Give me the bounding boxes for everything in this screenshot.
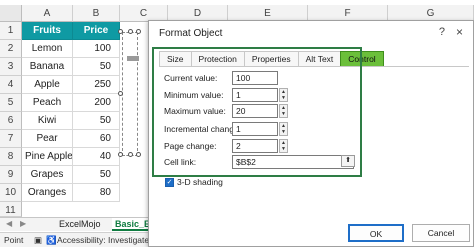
cell-fruit[interactable]: Peach bbox=[22, 94, 73, 112]
cell-price[interactable]: 60 bbox=[73, 130, 120, 148]
arrow-down-icon[interactable]: ▼ bbox=[280, 146, 287, 152]
row-header-8[interactable]: 8 bbox=[0, 148, 22, 166]
page-change-field[interactable]: 2 bbox=[232, 139, 278, 153]
cell-link-field[interactable]: $B$2 bbox=[232, 155, 354, 169]
page-change-stepper[interactable]: ▲ ▼ bbox=[279, 139, 288, 153]
tab-scroll-left-icon[interactable]: ◀ bbox=[6, 219, 12, 228]
cell-fruit[interactable]: Oranges bbox=[22, 184, 73, 202]
cell-fruit[interactable]: Pine Apple bbox=[22, 148, 73, 166]
current-value-label: Current value: bbox=[164, 73, 218, 83]
arrow-down-icon[interactable]: ▼ bbox=[280, 129, 287, 135]
cell-price[interactable]: 200 bbox=[73, 94, 120, 112]
ok-button[interactable]: OK bbox=[348, 224, 404, 242]
sheet-tab-excelmojo[interactable]: ExcelMojo bbox=[56, 218, 104, 231]
arrow-down-icon[interactable]: ▼ bbox=[280, 95, 287, 101]
status-mode: Point bbox=[4, 235, 24, 245]
sheet-tab-basic-example[interactable]: Basic_Exa bbox=[112, 218, 148, 231]
select-all-corner[interactable] bbox=[0, 5, 22, 22]
resize-handle[interactable] bbox=[136, 152, 141, 157]
cell-fruit[interactable]: Kiwi bbox=[22, 112, 73, 130]
resize-handle[interactable] bbox=[128, 29, 133, 34]
help-icon[interactable]: ? bbox=[439, 26, 445, 38]
cell-price[interactable]: 100 bbox=[73, 40, 120, 58]
cancel-button[interactable]: Cancel bbox=[412, 224, 470, 242]
dialog-title: Format Object bbox=[159, 28, 223, 39]
accessibility-icon[interactable]: ♿ bbox=[46, 235, 57, 246]
column-header-a[interactable]: A bbox=[22, 5, 73, 22]
row-header-6[interactable]: 6 bbox=[0, 112, 22, 130]
cell-price[interactable]: 40 bbox=[73, 148, 120, 166]
macro-icon: ▣ bbox=[34, 235, 43, 245]
resize-handle[interactable] bbox=[118, 91, 123, 96]
maximum-value-label: Maximum value: bbox=[164, 106, 226, 116]
status-bar: Point ▣ ♿ Accessibility: Investigate bbox=[0, 232, 149, 247]
spin-button-control[interactable] bbox=[122, 32, 138, 156]
maximum-value-field[interactable]: 20 bbox=[232, 104, 278, 118]
maximum-value-stepper[interactable]: ▲ ▼ bbox=[279, 104, 288, 118]
minimum-value-stepper[interactable]: ▲ ▼ bbox=[279, 88, 288, 102]
cell-price[interactable]: 50 bbox=[73, 166, 120, 184]
row-header-4[interactable]: 4 bbox=[0, 76, 22, 94]
header-cell-fruits[interactable]: Fruits bbox=[22, 22, 73, 40]
cell-price[interactable]: 50 bbox=[73, 58, 120, 76]
cell-link-label: Cell link: bbox=[164, 157, 197, 167]
incremental-change-field[interactable]: 1 bbox=[232, 122, 278, 136]
cell-price[interactable]: 250 bbox=[73, 76, 120, 94]
page-change-label: Page change: bbox=[164, 141, 217, 151]
row-header-3[interactable]: 3 bbox=[0, 58, 22, 76]
current-value-field[interactable]: 100 bbox=[232, 71, 278, 85]
row-header-7[interactable]: 7 bbox=[0, 130, 22, 148]
row-header-10[interactable]: 10 bbox=[0, 184, 22, 202]
incremental-change-stepper[interactable]: ▲ ▼ bbox=[279, 122, 288, 136]
row-header-5[interactable]: 5 bbox=[0, 94, 22, 112]
row-header-2[interactable]: 2 bbox=[0, 40, 22, 58]
header-cell-price[interactable]: Price bbox=[73, 22, 120, 40]
resize-handle[interactable] bbox=[118, 29, 123, 34]
resize-handle[interactable] bbox=[118, 152, 123, 157]
row-header-11[interactable]: 11 bbox=[0, 202, 22, 217]
cell-price[interactable]: 50 bbox=[73, 112, 120, 130]
cell-price[interactable]: 80 bbox=[73, 184, 120, 202]
close-icon[interactable]: × bbox=[456, 25, 463, 39]
cell-fruit[interactable]: Lemon bbox=[22, 40, 73, 58]
resize-handle[interactable] bbox=[128, 152, 133, 157]
row-header-9[interactable]: 9 bbox=[0, 166, 22, 184]
column-header-b[interactable]: B bbox=[73, 5, 120, 22]
arrow-down-icon[interactable]: ▼ bbox=[280, 111, 287, 117]
minimum-value-label: Minimum value: bbox=[164, 90, 224, 100]
cell-fruit[interactable]: Apple bbox=[22, 76, 73, 94]
incremental-change-label: Incremental change: bbox=[164, 124, 242, 134]
cell-fruit[interactable]: Grapes bbox=[22, 166, 73, 184]
tab-scroll-right-icon[interactable]: ▶ bbox=[20, 219, 26, 228]
spin-button-graphic bbox=[127, 56, 139, 61]
shading-checkbox[interactable]: ✓ bbox=[165, 178, 174, 187]
shading-label: 3-D shading bbox=[177, 177, 223, 187]
cell-fruit[interactable]: Banana bbox=[22, 58, 73, 76]
cell-fruit[interactable]: Pear bbox=[22, 130, 73, 148]
row-header-1[interactable]: 1 bbox=[0, 22, 22, 40]
resize-handle[interactable] bbox=[136, 29, 141, 34]
collapse-dialog-icon[interactable]: ⬆ bbox=[341, 155, 355, 167]
accessibility-status[interactable]: Accessibility: Investigate bbox=[57, 235, 149, 246]
minimum-value-field[interactable]: 1 bbox=[232, 88, 278, 102]
